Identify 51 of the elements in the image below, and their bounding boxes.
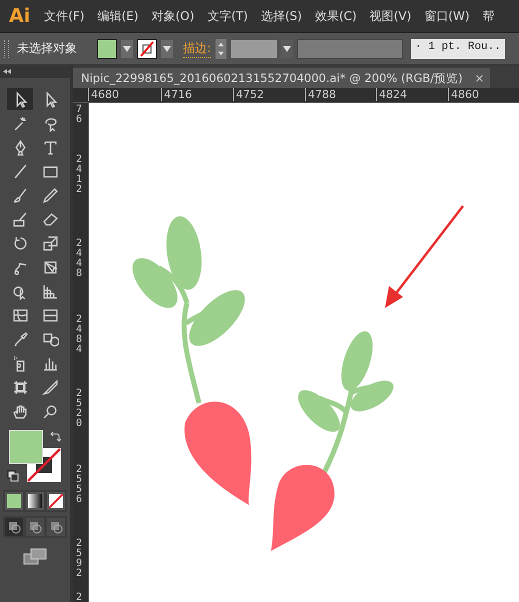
- ruler-label: 4680: [88, 88, 119, 101]
- dropdown-button[interactable]: [281, 40, 294, 58]
- stroke-swatch[interactable]: [137, 38, 157, 58]
- menu-item[interactable]: 效果(C): [314, 8, 357, 24]
- draw-mode-button[interactable]: [5, 518, 23, 536]
- ruler-label: 2520: [76, 389, 82, 429]
- none-mode-button[interactable]: [47, 492, 65, 510]
- fill-color-swatch[interactable]: [9, 430, 43, 464]
- draw-mode-button[interactable]: [26, 518, 44, 536]
- swap-icon[interactable]: [49, 431, 61, 443]
- screen-mode-icon[interactable]: [23, 548, 47, 566]
- ruler-label: 2448: [76, 239, 82, 279]
- menu-item[interactable]: 帮: [482, 8, 494, 24]
- selection-status: 未选择对象: [17, 40, 77, 57]
- stroke-weight-field[interactable]: [231, 40, 278, 58]
- app-logo: Ai: [9, 5, 30, 27]
- spinner-icon[interactable]: [215, 38, 228, 58]
- ruler-label: 4788: [305, 88, 336, 101]
- dropdown-button[interactable]: [121, 40, 133, 58]
- ruler-label: 4716: [161, 88, 192, 101]
- document-tab[interactable]: Nipic_22998165_20160602131552704000.ai* @ 200% (RGB/预览) ×: [73, 68, 490, 88]
- ruler-label: 76: [76, 105, 82, 125]
- brush-profile-field[interactable]: · 1 pt. Rou..: [411, 38, 505, 58]
- gradient-mode-button[interactable]: [26, 492, 44, 510]
- menu-item[interactable]: 编辑(E): [97, 8, 138, 24]
- caret-icon: [163, 46, 171, 52]
- menu-item[interactable]: 对象(O): [151, 8, 194, 24]
- ruler-label: 4824: [376, 88, 407, 101]
- collapse-icon[interactable]: [3, 69, 11, 74]
- ruler-label: 4860: [448, 88, 479, 101]
- default-colors-icon[interactable]: [7, 470, 19, 482]
- menu-item[interactable]: 文件(F): [44, 8, 84, 24]
- caret-icon: [283, 46, 292, 52]
- ruler-label: 2592: [76, 539, 82, 579]
- ruler-label: 2412: [76, 155, 82, 195]
- caret-icon: [123, 46, 131, 52]
- fill-swatch[interactable]: [97, 38, 117, 58]
- stroke-label[interactable]: 描边:: [183, 40, 212, 58]
- grip-handle[interactable]: [4, 40, 9, 58]
- menu-item[interactable]: 视图(V): [370, 8, 412, 24]
- ruler-label: 2484: [76, 315, 82, 355]
- ruler-label: 4752: [233, 88, 264, 101]
- dropdown-button[interactable]: [161, 40, 173, 58]
- menu-item[interactable]: 窗口(W): [424, 8, 470, 24]
- color-mode-button[interactable]: [5, 492, 23, 510]
- ruler-label: 2: [76, 593, 82, 602]
- draw-mode-button[interactable]: [47, 518, 65, 536]
- ruler-label: 2556: [76, 465, 82, 505]
- menu-item[interactable]: 选择(S): [260, 8, 302, 24]
- menu-item[interactable]: 文字(T): [207, 8, 248, 24]
- close-tab-button[interactable]: ×: [474, 71, 484, 86]
